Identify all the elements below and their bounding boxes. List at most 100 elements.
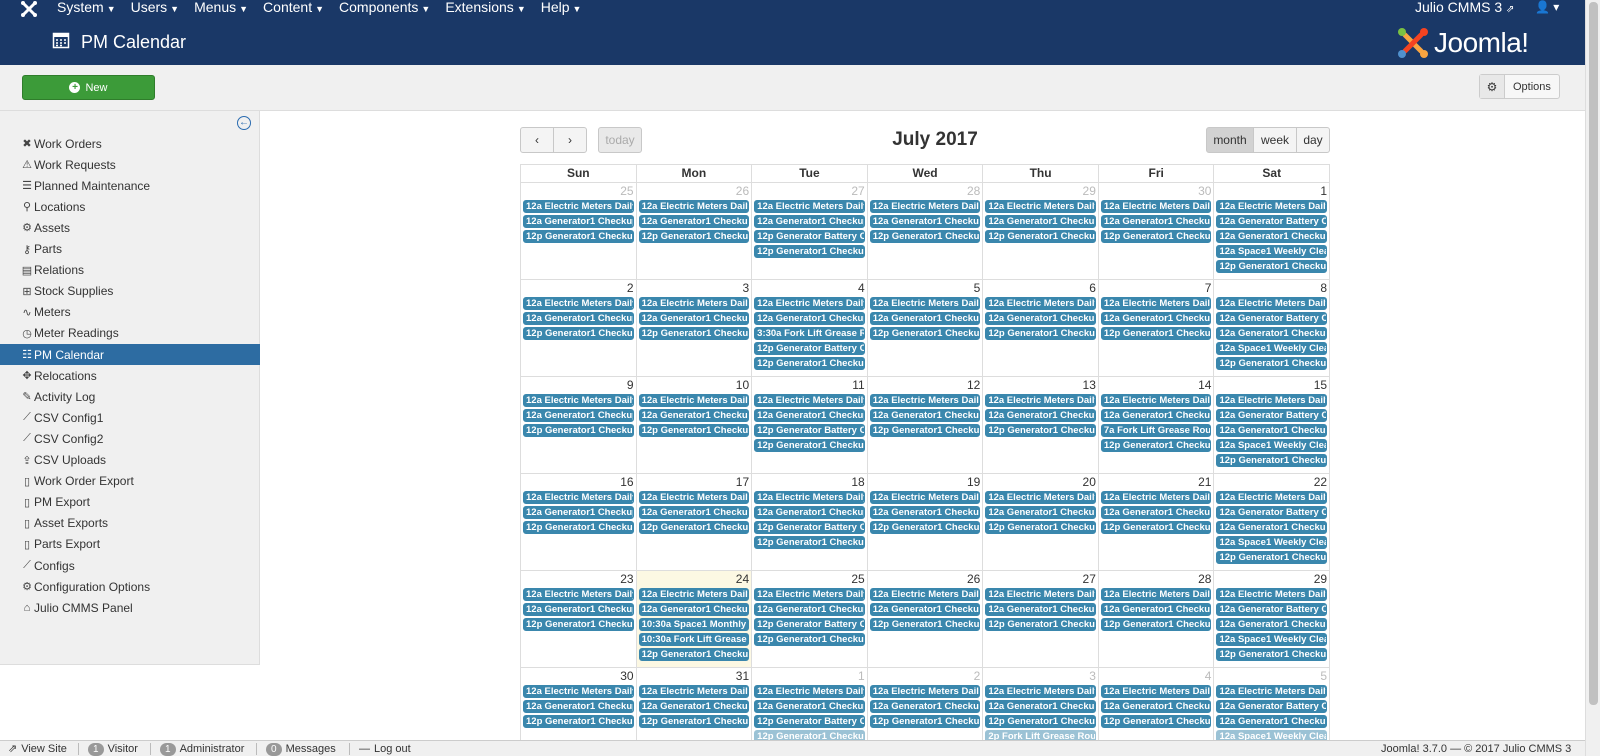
- calendar-event[interactable]: 12a Electric Meters Daily: [523, 394, 634, 407]
- calendar-event[interactable]: 12a Electric Meters Daily: [754, 394, 865, 407]
- calendar-event[interactable]: 12a Generator1 Checkup: [869, 215, 981, 228]
- calendar-event[interactable]: 12a Electric Meters Daily: [869, 297, 981, 310]
- menu-extensions[interactable]: Extensions ▼: [445, 0, 525, 16]
- calendar-day-cell[interactable]: 2 12a Electric Meters Daily 12a Generator1…: [521, 280, 637, 376]
- calendar-event[interactable]: 12a Generator Battery Check: [1216, 700, 1328, 713]
- calendar-event[interactable]: 12p Generator1 Checkup: [869, 327, 981, 340]
- calendar-event[interactable]: 12p Generator1 Checkup: [754, 357, 865, 370]
- calendar-day-cell[interactable]: 28 12a Electric Meters Daily 12a Generator…: [1099, 571, 1215, 667]
- calendar-event[interactable]: 12a Generator Battery Check: [1216, 312, 1328, 325]
- calendar-event[interactable]: 12a Generator Battery Check: [1216, 409, 1328, 422]
- calendar-event[interactable]: 12a Electric Meters Daily: [1100, 588, 1212, 601]
- calendar-event[interactable]: 12p Generator1 Checkup: [1216, 357, 1328, 370]
- calendar-event[interactable]: 12p Generator Battery Check: [754, 715, 865, 728]
- calendar-event[interactable]: 12a Electric Meters Daily: [754, 297, 865, 310]
- calendar-event[interactable]: 12a Generator1 Checkup: [754, 215, 865, 228]
- calendar-day-cell[interactable]: 6 12a Electric Meters Daily 12a Generator1…: [983, 280, 1099, 376]
- calendar-event[interactable]: 12p Generator1 Checkup: [754, 536, 865, 549]
- calendar-event[interactable]: 12a Electric Meters Daily: [638, 297, 750, 310]
- calendar-event[interactable]: 12a Generator1 Checkup: [1216, 424, 1328, 437]
- calendar-event[interactable]: 12a Generator1 Checkup: [1100, 215, 1212, 228]
- calendar-event[interactable]: 12p Generator1 Checkup: [523, 618, 634, 631]
- calendar-event[interactable]: 12a Electric Meters Daily: [985, 297, 1096, 310]
- calendar-event[interactable]: 12a Generator1 Checkup: [985, 215, 1096, 228]
- calendar-day-cell[interactable]: 7 12a Electric Meters Daily 12a Generator1…: [1099, 280, 1215, 376]
- calendar-day-cell[interactable]: 29 12a Electric Meters Daily 12a Generator…: [983, 183, 1099, 279]
- calendar-event[interactable]: 12a Electric Meters Daily: [985, 685, 1096, 698]
- menu-system[interactable]: System ▼: [57, 0, 116, 16]
- calendar-day-cell[interactable]: 4 12a Electric Meters Daily 12a Generator1…: [752, 280, 868, 376]
- calendar-event[interactable]: 12a Generator1 Checkup: [523, 312, 634, 325]
- sidebar-item-julio-cmms-panel[interactable]: ⌂ Julio CMMS Panel: [0, 597, 260, 618]
- calendar-day-cell[interactable]: 19 12a Electric Meters Daily 12a Generator…: [868, 474, 984, 570]
- calendar-event[interactable]: 7a Fork Lift Grease Routine: [1100, 424, 1212, 437]
- view-site-link[interactable]: ⇗ View Site: [8, 742, 67, 756]
- calendar-day-cell[interactable]: 16 12a Electric Meters Daily 12a Generator…: [521, 474, 637, 570]
- calendar-event[interactable]: 12a Generator1 Checkup: [869, 603, 981, 616]
- calendar-event[interactable]: 12a Electric Meters Daily: [754, 588, 865, 601]
- calendar-event[interactable]: 12a Electric Meters Daily: [754, 685, 865, 698]
- calendar-day-cell[interactable]: 21 12a Electric Meters Daily 12a Generator…: [1099, 474, 1215, 570]
- calendar-event[interactable]: 12p Generator1 Checkup: [754, 633, 865, 646]
- calendar-day-cell[interactable]: 1 12a Electric Meters Daily 12a Generator1…: [752, 668, 868, 742]
- calendar-event[interactable]: 12a Electric Meters Daily: [638, 685, 750, 698]
- sidebar-item-csv-config1[interactable]: ⟋ CSV Config1: [0, 407, 260, 428]
- calendar-day-cell[interactable]: 27 12a Electric Meters Daily 12a Generator…: [752, 183, 868, 279]
- calendar-day-cell[interactable]: 1 12a Electric Meters Daily 12a Generator …: [1214, 183, 1331, 279]
- sidebar-item-asset-exports[interactable]: ▯ Asset Exports: [0, 513, 260, 534]
- calendar-event[interactable]: 12a Generator1 Checkup: [754, 409, 865, 422]
- menu-content[interactable]: Content ▼: [263, 0, 324, 16]
- calendar-day-cell[interactable]: 23 12a Electric Meters Daily 12a Generator…: [521, 571, 637, 667]
- calendar-event[interactable]: 12a Electric Meters Daily: [985, 588, 1096, 601]
- calendar-event[interactable]: 12a Generator1 Checkup: [523, 603, 634, 616]
- calendar-day-cell[interactable]: 3 12a Electric Meters Daily 12a Generator1…: [983, 668, 1099, 742]
- calendar-event[interactable]: 12p Generator1 Checkup: [638, 715, 750, 728]
- sidebar-item-activity-log[interactable]: ✎ Activity Log: [0, 386, 260, 407]
- calendar-event[interactable]: 12p Generator1 Checkup: [754, 245, 865, 258]
- calendar-event[interactable]: 12a Electric Meters Daily: [869, 685, 981, 698]
- sidebar-item-work-order-export[interactable]: ▯ Work Order Export: [0, 471, 260, 492]
- calendar-day-cell[interactable]: 22 12a Electric Meters Daily 12a Generator…: [1214, 474, 1331, 570]
- calendar-event[interactable]: 12p Generator1 Checkup: [1100, 439, 1212, 452]
- menu-components[interactable]: Components ▼: [339, 0, 430, 16]
- calendar-event[interactable]: 12a Generator1 Checkup: [523, 409, 634, 422]
- sidebar-item-csv-config2[interactable]: ⟋ CSV Config2: [0, 428, 260, 449]
- calendar-day-cell[interactable]: 5 12a Electric Meters Daily 12a Generator …: [1214, 668, 1330, 742]
- month-view-button[interactable]: month: [1206, 127, 1254, 153]
- calendar-day-cell[interactable]: 30 12a Electric Meters Daily 12a Generator…: [521, 668, 637, 742]
- calendar-event[interactable]: 12a Electric Meters Daily: [1100, 491, 1212, 504]
- calendar-event[interactable]: 12a Generator1 Checkup: [1216, 327, 1328, 340]
- calendar-event[interactable]: 12p Generator1 Checkup: [869, 230, 981, 243]
- calendar-event[interactable]: 12a Generator1 Checkup: [638, 312, 750, 325]
- sidebar-item-assets[interactable]: ⚙ Assets: [0, 217, 260, 238]
- prev-month-button[interactable]: ‹: [520, 127, 554, 153]
- calendar-event[interactable]: 12p Generator1 Checkup: [523, 230, 634, 243]
- calendar-event[interactable]: 12p Generator1 Checkup: [1216, 260, 1328, 273]
- calendar-event[interactable]: 12a Generator1 Checkup: [985, 506, 1096, 519]
- week-view-button[interactable]: week: [1253, 127, 1297, 153]
- calendar-event[interactable]: 12p Generator1 Checkup: [1216, 454, 1328, 467]
- sidebar-item-parts[interactable]: ⚷ Parts: [0, 239, 260, 260]
- calendar-event[interactable]: 12a Electric Meters Daily: [638, 394, 750, 407]
- calendar-event[interactable]: 12a Electric Meters Daily: [638, 491, 750, 504]
- calendar-event[interactable]: 12a Generator1 Checkup: [869, 506, 981, 519]
- calendar-event[interactable]: 12a Generator1 Checkup: [1100, 409, 1212, 422]
- calendar-event[interactable]: 12a Generator1 Checkup: [638, 603, 750, 616]
- today-button[interactable]: today: [598, 127, 642, 153]
- calendar-event[interactable]: 12a Electric Meters Daily: [754, 491, 865, 504]
- calendar-event[interactable]: 12a Electric Meters Daily: [523, 200, 634, 213]
- calendar-day-cell[interactable]: 12 12a Electric Meters Daily 12a Generator…: [868, 377, 984, 473]
- sidebar-item-relations[interactable]: ▤ Relations: [0, 260, 260, 281]
- calendar-event[interactable]: 12a Generator1 Checkup: [1100, 506, 1212, 519]
- calendar-day-cell[interactable]: 17 12a Electric Meters Daily 12a Generator…: [637, 474, 753, 570]
- calendar-event[interactable]: 12p Generator1 Checkup: [523, 521, 634, 534]
- calendar-event[interactable]: 12a Generator1 Checkup: [523, 506, 634, 519]
- calendar-event[interactable]: 12a Electric Meters Daily: [523, 491, 634, 504]
- sidebar-item-meters[interactable]: ∿ Meters: [0, 302, 260, 323]
- calendar-event[interactable]: 12p Generator1 Checkup: [1100, 618, 1212, 631]
- calendar-event[interactable]: 12a Generator1 Checkup: [638, 215, 750, 228]
- calendar-event[interactable]: 12a Generator1 Checkup: [754, 603, 865, 616]
- sidebar-item-locations[interactable]: ⚲ Locations: [0, 196, 260, 217]
- options-button[interactable]: ⚙ Options: [1479, 74, 1560, 99]
- calendar-event[interactable]: 12a Generator1 Checkup: [754, 312, 865, 325]
